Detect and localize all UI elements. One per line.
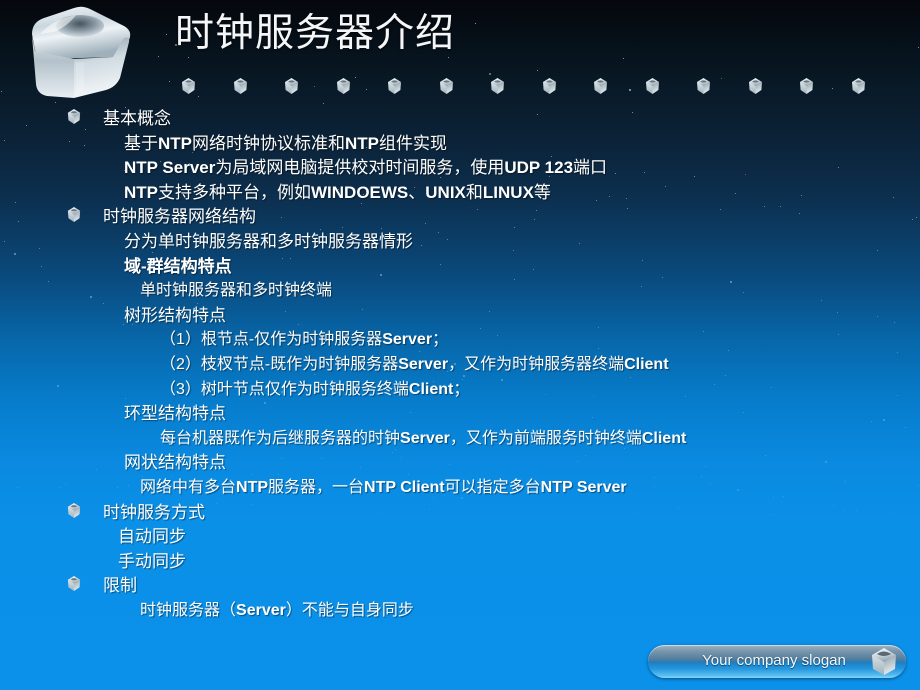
- outline-text: ；: [432, 331, 449, 349]
- outline-text: 可以指定多台: [444, 478, 541, 496]
- cube-bullet-icon: [66, 206, 82, 223]
- outline-text: 服务器，一台: [268, 478, 365, 496]
- outline-line: 分为单时钟服务器和多时钟服务器情形: [0, 227, 920, 252]
- decorative-cube-icon: [644, 77, 661, 95]
- decorative-cube-icon: [798, 77, 815, 95]
- outline-line: 域-群结构特点: [0, 252, 920, 277]
- outline-text-emphasis: Client: [408, 380, 454, 398]
- outline-text-emphasis: NTP Server: [540, 478, 627, 496]
- outline-line: 单时钟服务器和多时钟终端: [0, 276, 920, 301]
- outline-text-emphasis: Server: [400, 429, 450, 447]
- outline-text: 时钟服务器（: [140, 601, 237, 619]
- presentation-slide: 时钟服务器介绍 基本概念 基于NTP网络时钟协议标准和NTP组件实现 NTP Ser…: [0, 0, 920, 690]
- outline-text: 每台机器既作为后继服务器的时钟: [160, 429, 401, 447]
- cube-bullet-icon: [66, 108, 82, 125]
- outline-text: 端口: [573, 158, 608, 178]
- outline-text: 支持多种平台，例如: [158, 182, 311, 202]
- outline-line: 时钟服务方式: [0, 498, 920, 523]
- outline-line: 手动同步: [0, 547, 920, 572]
- outline-line: 网络中有多台NTP服务器，一台NTP Client可以指定多台NTP Serve…: [0, 473, 920, 498]
- outline-text: 网络中有多台: [140, 478, 237, 496]
- decorative-cube-icon: [747, 77, 764, 95]
- outline-text: 、: [408, 182, 426, 202]
- decorative-cube-icon: [386, 77, 403, 95]
- company-slogan-text: Your company slogan: [702, 652, 846, 669]
- outline-line: 限制: [0, 571, 920, 596]
- outline-text: （2）枝杈节点-既作为时钟服务器: [160, 355, 399, 373]
- outline-text: 树形结构特点: [124, 305, 226, 325]
- outline-text: 和: [465, 182, 483, 202]
- outline-text-emphasis: NTP: [236, 478, 269, 496]
- decorative-cube-icon: [592, 77, 609, 95]
- decorative-cube-icon: [283, 77, 300, 95]
- decorative-cube-row: [0, 77, 920, 97]
- outline-line: NTP支持多种平台，例如WINDOEWS、UNIX和LINUX等: [0, 178, 920, 203]
- outline-line: （1）根节点-仅作为时钟服务器Server；: [0, 325, 920, 350]
- outline-line: 时钟服务器网络结构: [0, 202, 920, 227]
- outline-text-emphasis: NTP Server: [124, 158, 216, 178]
- outline-text: ）不能与自身同步: [285, 601, 414, 619]
- outline-text-emphasis: LINUX: [482, 182, 534, 202]
- decorative-cube-icon: [335, 77, 352, 95]
- outline-text: 限制: [103, 576, 137, 596]
- outline-text: ；: [453, 380, 470, 398]
- outline-text: 手动同步: [118, 551, 186, 571]
- outline-text: ，又作为前端服务时钟终端: [449, 429, 642, 447]
- decorative-cube-icon: [541, 77, 558, 95]
- slide-title: 时钟服务器介绍: [175, 11, 456, 56]
- cube-bullet-icon: [66, 575, 82, 592]
- outline-line: 基于NTP网络时钟协议标准和NTP组件实现: [0, 129, 920, 154]
- outline-line: 时钟服务器（Server）不能与自身同步: [0, 596, 920, 621]
- decorative-cube-icon: [438, 77, 455, 95]
- cube-bullet-icon: [66, 502, 82, 519]
- outline-line: （2）枝杈节点-既作为时钟服务器Server，又作为时钟服务器终端Client: [0, 350, 920, 375]
- decorative-cube-icon: [180, 77, 197, 95]
- outline-text-emphasis: Server: [398, 355, 449, 373]
- outline-line: 环型结构特点: [0, 399, 920, 424]
- outline-text: 组件实现: [379, 133, 447, 153]
- outline-text: 分为单时钟服务器和多时钟服务器情形: [124, 231, 413, 251]
- decorative-cube-icon: [695, 77, 712, 95]
- outline-line: 每台机器既作为后继服务器的时钟Server，又作为前端服务时钟终端Client: [0, 424, 920, 449]
- company-slogan-bar[interactable]: Your company slogan: [648, 645, 906, 678]
- outline-text: 时钟服务方式: [103, 502, 205, 522]
- slide-header: 时钟服务器介绍: [0, 0, 920, 103]
- outline-text: ，又作为时钟服务器终端: [448, 355, 625, 373]
- outline-text-emphasis: WINDOEWS: [311, 182, 409, 202]
- outline-text-emphasis: Server: [382, 331, 433, 349]
- outline-text: 环型结构特点: [124, 404, 226, 424]
- decorative-cube-icon: [850, 77, 867, 95]
- outline-text: 基于: [124, 133, 158, 153]
- outline-text-emphasis: NTP: [345, 133, 379, 153]
- outline-line: 基本概念: [0, 104, 920, 129]
- outline-text-emphasis: NTP: [158, 133, 192, 153]
- outline-text-emphasis: UDP 123: [504, 158, 574, 178]
- outline-text-emphasis: UNIX: [425, 182, 466, 202]
- outline-line: （3）树叶节点仅作为时钟服务终端Client；: [0, 375, 920, 400]
- outline-text: 为局域网电脑提供校对时间服务，使用: [215, 158, 505, 178]
- outline-line: 网状结构特点: [0, 448, 920, 473]
- footer-cube-icon: [869, 646, 899, 677]
- outline-text-emphasis: Server: [236, 601, 286, 619]
- outline-text-emphasis: Client: [641, 429, 687, 447]
- outline-text: 自动同步: [118, 527, 186, 547]
- outline-text: （1）根节点-仅作为时钟服务器: [160, 331, 383, 349]
- outline-text-emphasis: Client: [624, 355, 669, 373]
- decorative-cube-icon: [489, 77, 506, 95]
- outline-text: 网状结构特点: [124, 453, 226, 473]
- outline-line: 树形结构特点: [0, 301, 920, 326]
- outline-text: 等: [533, 182, 551, 202]
- outline-text: 单时钟服务器和多时钟终端: [140, 282, 333, 300]
- outline-line: 自动同步: [0, 522, 920, 547]
- decorative-cube-icon: [232, 77, 249, 95]
- outline-line: NTP Server为局域网电脑提供校对时间服务，使用UDP 123端口: [0, 153, 920, 178]
- outline-content-list: 基本概念 基于NTP网络时钟协议标准和NTP组件实现 NTP Server为局域网电…: [0, 104, 920, 624]
- outline-text-emphasis: 域-群结构特点: [124, 256, 232, 276]
- outline-text: （3）树叶节点仅作为时钟服务终端: [160, 380, 409, 398]
- outline-text-emphasis: NTP: [124, 182, 158, 202]
- outline-text: 时钟服务器网络结构: [103, 207, 256, 227]
- outline-text: 基本概念: [103, 109, 171, 128]
- outline-text-emphasis: NTP Client: [364, 478, 445, 496]
- outline-text: 网络时钟协议标准和: [192, 133, 345, 153]
